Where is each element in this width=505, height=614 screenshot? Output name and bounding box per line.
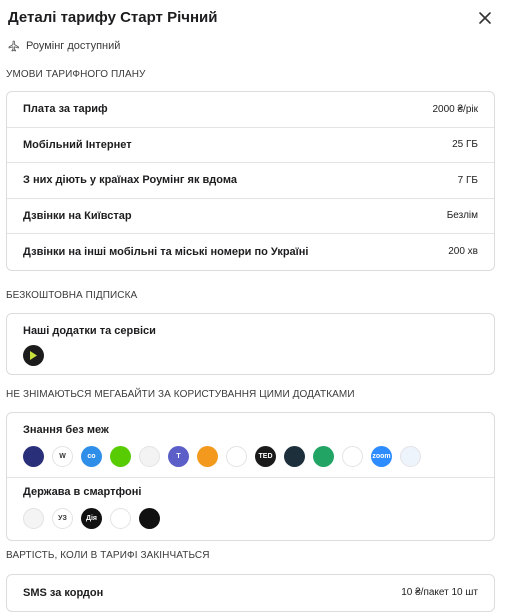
gov-portal-icon[interactable] [23, 508, 44, 529]
audible-icon[interactable] [197, 446, 218, 467]
condition-row: Дзвінки на інші мобільні та міські номер… [7, 234, 494, 270]
conditions-card: Плата за тариф 2000 ₴/рік Мобільний Інте… [6, 91, 495, 271]
price-value: 10 ₴/пакет 10 шт [401, 587, 478, 599]
duolingo-icon[interactable] [110, 446, 131, 467]
section-title-after-end: ВАРТІСТЬ, КОЛИ В ТАРИФІ ЗАКІНЧАТЬСЯ [6, 550, 210, 561]
condition-row: Дзвінки на Київстар Безлім [7, 199, 494, 234]
info-icon[interactable] [139, 508, 160, 529]
google-classroom-icon[interactable] [313, 446, 334, 467]
zoom-icon[interactable]: zoom [371, 446, 392, 467]
free-subscription-label: Наші додатки та сервіси [23, 325, 156, 337]
close-icon[interactable] [475, 8, 495, 28]
price-label: SMS за кордон [23, 586, 104, 599]
knowledge-group-label: Знання без меж [23, 424, 109, 436]
state-app-list: УЗ Дія [7, 498, 494, 529]
roaming-label: Роумінг доступний [26, 40, 121, 52]
lightbulb-icon[interactable] [139, 446, 160, 467]
section-title-free-subscription: БЕЗКОШТОВНА ПІДПИСКА [6, 290, 138, 301]
ukrainer-icon[interactable] [284, 446, 305, 467]
state-group-label: Держава в смартфоні [23, 486, 142, 498]
wikipedia-icon[interactable]: W [52, 446, 73, 467]
price-row: SMS за кордон 10 ₴/пакет 10 шт [7, 575, 494, 611]
cloud-icon[interactable] [110, 508, 131, 529]
condition-value: 7 ГБ [457, 174, 478, 186]
condition-label: Плата за тариф [23, 103, 108, 116]
ted-icon[interactable]: TED [255, 446, 276, 467]
zero-rated-apps-card: Знання без меж Wco T TED zoom Держава в сма… [6, 412, 495, 541]
condition-label: Дзвінки на інші мобільні та міські номер… [23, 245, 309, 258]
diia-icon[interactable]: Дія [81, 508, 102, 529]
reader-icon[interactable] [400, 446, 421, 467]
section-title-no-megabytes: НЕ ЗНІМАЮТЬСЯ МЕГАБАЙТИ ЗА КОРИСТУВАННЯ … [6, 389, 355, 400]
condition-row: З них діють у країнах Роумінг як вдома 7… [7, 163, 494, 199]
coursera-icon[interactable]: co [81, 446, 102, 467]
page-title: Деталі тарифу Старт Річний [8, 9, 218, 26]
free-subscription-card: Наші додатки та сервіси [6, 313, 495, 375]
condition-row: Плата за тариф 2000 ₴/рік [7, 92, 494, 128]
knowledge-app-list: Wco T TED zoom [7, 436, 494, 467]
condition-label: Дзвінки на Київстар [23, 209, 132, 222]
condition-value: 200 хв [448, 246, 478, 258]
condition-label: Мобільний Інтернет [23, 138, 132, 151]
google-meet-icon[interactable] [342, 446, 363, 467]
section-title-conditions: УМОВИ ТАРИФНОГО ПЛАНУ [6, 69, 146, 80]
teams-icon[interactable]: T [168, 446, 189, 467]
prometheus-icon[interactable] [23, 446, 44, 467]
condition-value: 2000 ₴/рік [432, 103, 478, 115]
condition-value: Безлім [446, 210, 478, 222]
condition-value: 25 ГБ [452, 139, 478, 151]
condition-row: Мобільний Інтернет 25 ГБ [7, 128, 494, 163]
modal-header: Деталі тарифу Старт Річний [8, 8, 497, 28]
roaming-status: Роумінг доступний [8, 40, 120, 52]
condition-label: З них діють у країнах Роумінг як вдома [23, 174, 237, 187]
after-end-card: SMS за кордон 10 ₴/пакет 10 шт [6, 574, 495, 612]
google-photos-icon[interactable] [226, 446, 247, 467]
airplane-icon [8, 40, 19, 52]
ukrzaliznytsia-icon[interactable]: УЗ [52, 508, 73, 529]
kyivstar-apps-icon[interactable] [23, 345, 44, 366]
